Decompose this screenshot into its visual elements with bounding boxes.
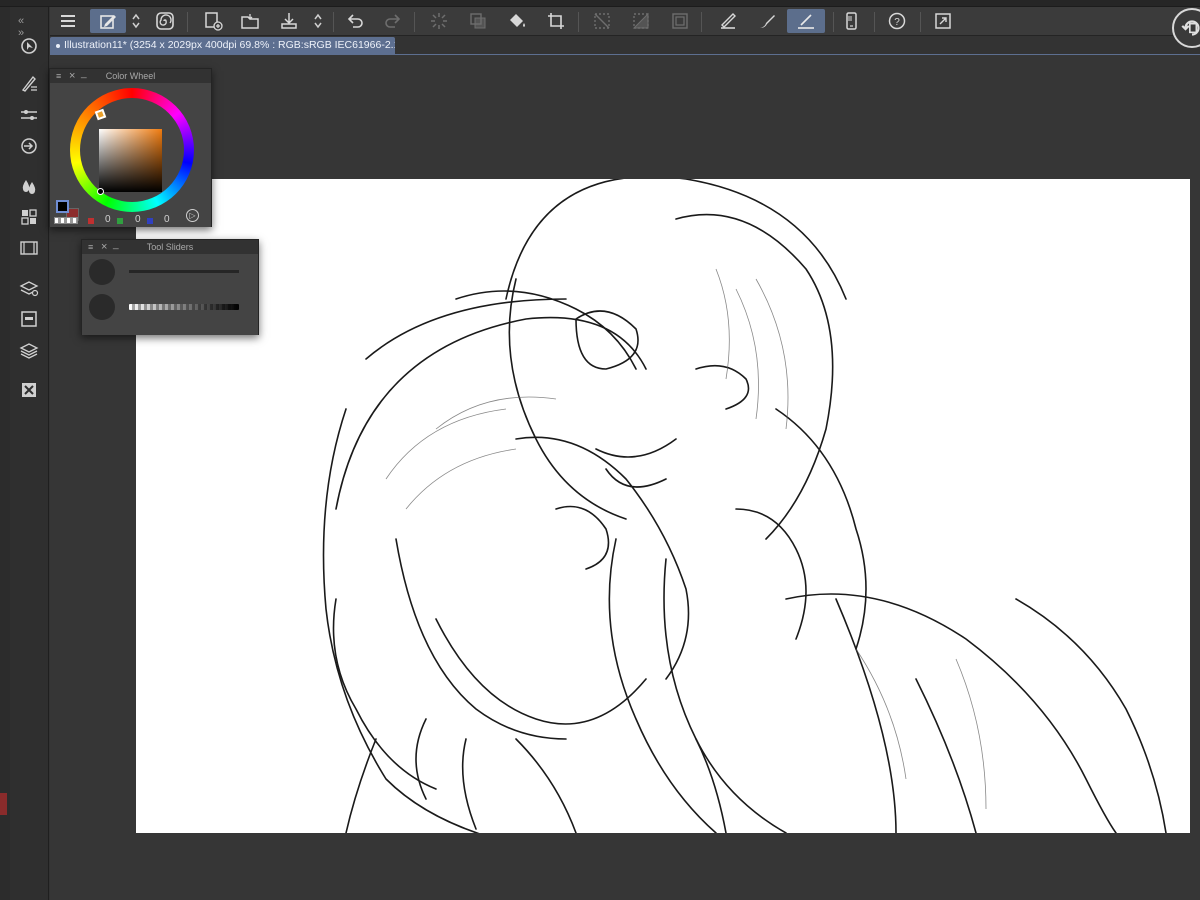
- color-wheel-body: 0 0 0 ▷: [50, 83, 211, 227]
- ruler-pen-icon[interactable]: [715, 9, 741, 33]
- delete-icon[interactable]: [17, 378, 41, 402]
- color-point-marker[interactable]: [97, 188, 104, 195]
- selection-border-icon[interactable]: [667, 9, 693, 33]
- layers-icon[interactable]: [17, 339, 41, 363]
- tool-sliders-palette: ≡ × _ Tool Sliders: [81, 239, 259, 335]
- help-icon[interactable]: ?: [884, 9, 910, 33]
- red-channel-icon: [88, 218, 94, 224]
- color-grid-icon[interactable]: [17, 205, 41, 229]
- green-value[interactable]: 0: [135, 214, 141, 225]
- color-wheel-header[interactable]: ≡ × _ Color Wheel: [50, 68, 211, 83]
- palette-bar: « »: [10, 7, 49, 900]
- save-options-chevrons-icon[interactable]: [311, 9, 325, 33]
- blue-channel-icon: [147, 218, 153, 224]
- green-channel-icon: [117, 218, 123, 224]
- redo-icon[interactable]: [380, 9, 406, 33]
- brush-pen-icon[interactable]: [754, 9, 780, 33]
- red-value[interactable]: 0: [105, 214, 111, 225]
- loading-spinner-icon[interactable]: [426, 9, 452, 33]
- frame-icon[interactable]: [17, 307, 41, 331]
- opacity-indicator: [89, 294, 115, 320]
- color-wheel-palette: ≡ × _ Color Wheel 0 0 0 ▷: [49, 68, 212, 227]
- color-drops-icon[interactable]: [17, 174, 41, 198]
- brush-size-slider[interactable]: [129, 270, 239, 273]
- title-bar: [0, 0, 1200, 7]
- invert-selection-icon[interactable]: [628, 9, 654, 33]
- save-icon[interactable]: [276, 9, 302, 33]
- tool-sliders-title: Tool Sliders: [146, 242, 194, 252]
- copy-layer-icon[interactable]: [465, 9, 491, 33]
- brush-tool-icon[interactable]: [17, 72, 41, 96]
- opacity-slider[interactable]: [129, 304, 239, 310]
- undo-icon[interactable]: [342, 9, 368, 33]
- drawing-canvas[interactable]: [136, 179, 1190, 833]
- rotate-canvas-icon[interactable]: [1172, 8, 1200, 48]
- edge-rail: [0, 7, 10, 900]
- blue-value[interactable]: 0: [164, 214, 170, 225]
- line-art-illustration: [322, 179, 1167, 833]
- current-color-chip[interactable]: [0, 793, 7, 815]
- fill-bucket-icon[interactable]: [504, 9, 530, 33]
- menu-icon[interactable]: [55, 9, 81, 33]
- command-bar: ?: [50, 7, 1200, 36]
- transparent-color-icon[interactable]: [54, 217, 78, 224]
- edit-mode-icon[interactable]: [90, 9, 126, 33]
- open-folder-icon[interactable]: [237, 9, 263, 33]
- new-canvas-icon[interactable]: [200, 9, 226, 33]
- tool-sliders-body: [82, 254, 258, 335]
- animation-icon[interactable]: [17, 236, 41, 260]
- clear-selection-icon[interactable]: [589, 9, 615, 33]
- brush-size-indicator: [89, 259, 115, 285]
- main-color-swatch[interactable]: [56, 200, 69, 213]
- spiral-app-icon[interactable]: [152, 9, 178, 33]
- fullscreen-icon[interactable]: [930, 9, 956, 33]
- crop-icon[interactable]: [543, 9, 569, 33]
- wheel-mode-icon[interactable]: ▷: [186, 209, 199, 222]
- smartphone-icon[interactable]: [838, 9, 864, 33]
- tool-property-icon[interactable]: [17, 103, 41, 127]
- svg-text:?: ?: [894, 17, 900, 28]
- color-wheel-title: Color Wheel: [105, 71, 156, 81]
- document-tab[interactable]: Illustration11* (3254 x 2029px 400dpi 69…: [50, 37, 395, 54]
- navigator-icon[interactable]: [17, 34, 41, 58]
- tool-sliders-header[interactable]: ≡ × _ Tool Sliders: [82, 239, 258, 254]
- app-window: ? « » Illustration11* (3254 x 2029px 400…: [0, 0, 1200, 900]
- color-values-row: 0 0 0 ▷: [50, 209, 213, 227]
- saturation-value-square[interactable]: [99, 129, 162, 192]
- mode-switch-chevrons-icon[interactable]: [129, 9, 143, 33]
- layer-property-icon[interactable]: [17, 276, 41, 300]
- sub-tool-icon[interactable]: [17, 134, 41, 158]
- snap-ruler-icon[interactable]: [787, 9, 825, 33]
